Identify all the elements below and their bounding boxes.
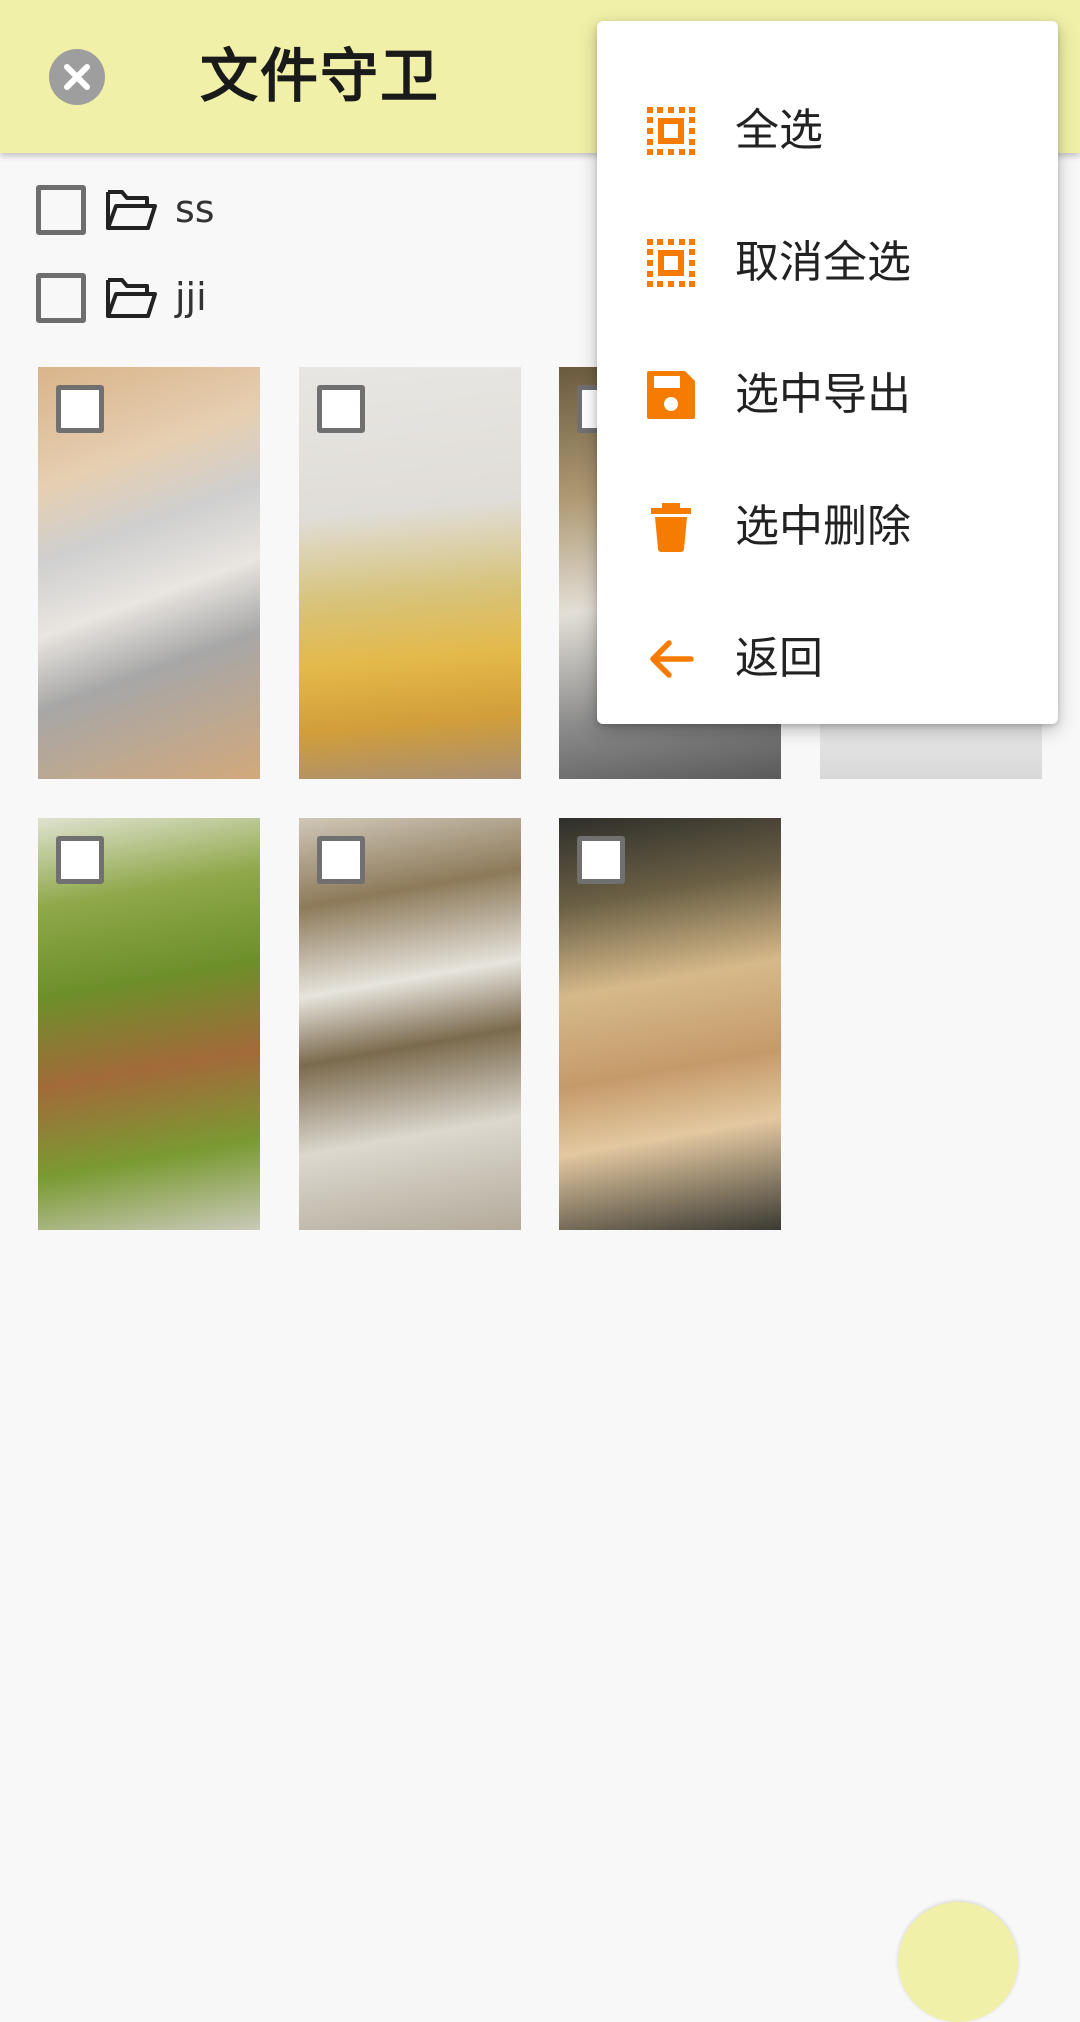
save-icon	[647, 371, 695, 419]
menu-item-label: 全选	[735, 105, 823, 156]
menu-item-label: 返回	[735, 633, 823, 684]
delete-icon	[651, 503, 691, 552]
page-title: 文件守卫	[200, 42, 441, 110]
image-checkbox[interactable]	[56, 836, 104, 884]
arrow-back-icon	[650, 640, 694, 678]
select-all-icon	[647, 107, 695, 155]
folder-checkbox[interactable]	[36, 185, 86, 235]
image-checkbox[interactable]	[56, 385, 104, 433]
menu-item-deselect-all[interactable]: 取消全选	[597, 196, 1058, 328]
image-thumbnail-cat-on-chair[interactable]	[38, 367, 260, 779]
floating-action-button[interactable]	[898, 1902, 1018, 2022]
close-icon[interactable]	[49, 49, 105, 105]
image-checkbox[interactable]	[317, 836, 365, 884]
folder-row-jji[interactable]: jji	[0, 258, 600, 338]
menu-item-select-all[interactable]: 全选	[597, 64, 1058, 196]
folder-open-icon	[106, 190, 157, 230]
folder-name: jji	[175, 275, 207, 319]
menu-item-label: 选中导出	[735, 369, 911, 420]
folder-checkbox[interactable]	[36, 273, 86, 323]
menu-item-export-selected[interactable]: 选中导出	[597, 328, 1058, 460]
menu-item-label: 选中删除	[735, 501, 911, 552]
menu-item-back[interactable]: 返回	[597, 592, 1058, 724]
menu-item-label: 取消全选	[735, 237, 911, 288]
folder-open-icon	[106, 278, 157, 318]
overflow-menu: 全选 取消全选 选中导出 选中删除 返回	[597, 21, 1058, 724]
image-checkbox[interactable]	[317, 385, 365, 433]
folder-name: ss	[175, 187, 215, 231]
image-thumbnail-oysters[interactable]	[299, 818, 521, 1230]
folder-row-ss[interactable]: ss	[0, 170, 600, 250]
image-checkbox[interactable]	[577, 836, 625, 884]
image-thumbnail-green-peppers[interactable]	[38, 818, 260, 1230]
image-thumbnail-cat-in-sweater[interactable]	[299, 367, 521, 779]
image-thumbnail-stir-fry[interactable]	[559, 818, 781, 1230]
deselect-all-icon	[647, 239, 695, 287]
menu-item-delete-selected[interactable]: 选中删除	[597, 460, 1058, 592]
